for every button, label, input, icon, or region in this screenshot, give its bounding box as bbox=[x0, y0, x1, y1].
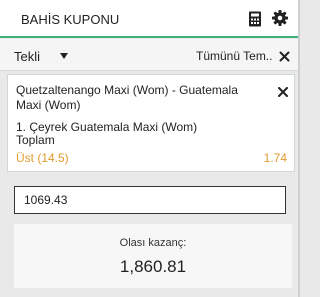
remove-all-button[interactable]: Tümünü Tem... bbox=[196, 49, 272, 63]
selection-card: Quetzaltenango Maxi (Wom) - Guatemala Ma… bbox=[7, 74, 295, 172]
bet-slip-header: BAHİS KUPONU bbox=[0, 0, 298, 38]
panel-edge bbox=[298, 0, 300, 297]
bet-slip-title: BAHİS KUPONU bbox=[21, 12, 120, 27]
market-name: 1. Çeyrek Guatemala Maxi (Wom) Toplam bbox=[16, 121, 276, 147]
close-icon[interactable] bbox=[279, 49, 290, 62]
stake-input[interactable] bbox=[14, 186, 286, 214]
bet-slip: BAHİS KUPONU Tekli Tümünü Tem... Quetzal… bbox=[0, 0, 300, 297]
potential-winnings: Olası kazanç: 1,860.81 bbox=[14, 224, 292, 288]
selection-pick: Üst (14.5) bbox=[16, 151, 69, 165]
selection-odds: 1.74 bbox=[263, 151, 287, 165]
match-name: Quetzaltenango Maxi (Wom) - Guatemala Ma… bbox=[16, 83, 238, 112]
potential-winnings-label: Olası kazanç: bbox=[119, 237, 187, 249]
market-line: 1. Çeyrek Guatemala Maxi (Wom) bbox=[16, 120, 198, 134]
gear-icon[interactable] bbox=[272, 10, 288, 26]
remove-selection-icon[interactable] bbox=[278, 84, 288, 97]
chevron-down-icon[interactable] bbox=[60, 53, 68, 59]
potential-winnings-amount: 1,860.81 bbox=[119, 257, 187, 276]
calculator-icon[interactable] bbox=[248, 11, 262, 27]
market-line: Toplam bbox=[16, 133, 55, 147]
bet-type-select[interactable]: Tekli bbox=[14, 49, 40, 64]
bet-type-bar: Tekli Tümünü Tem... bbox=[0, 39, 298, 71]
